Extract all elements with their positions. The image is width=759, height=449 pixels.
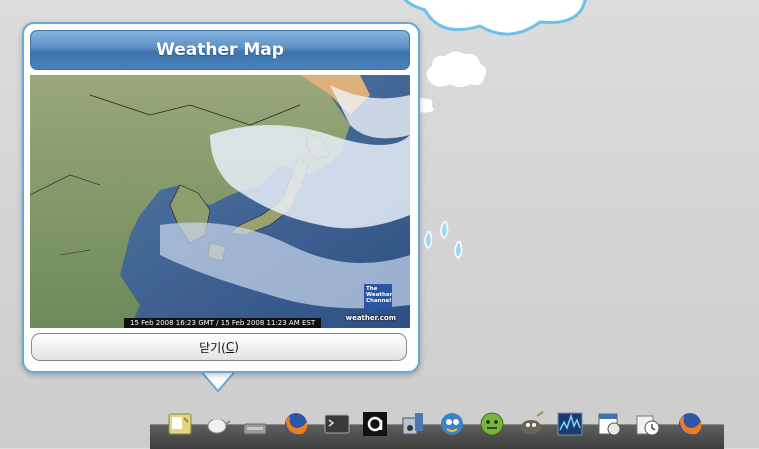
close-label-mnemonic: C: [225, 340, 235, 354]
clock-icon[interactable]: [633, 408, 663, 440]
firefox-browser-icon[interactable]: [675, 408, 705, 440]
firefox-icon[interactable]: [281, 408, 311, 440]
weather-map-image: The Weather Channel weather.com 15 Feb 2…: [30, 75, 410, 328]
close-label-suffix: ): [234, 340, 239, 354]
weather-channel-logo: The Weather Channel: [364, 284, 392, 310]
map-timestamp: 15 Feb 2008 16:23 GMT / 15 Feb 2008 11:2…: [124, 318, 322, 328]
teapot-icon[interactable]: [202, 408, 232, 440]
weather-channel-url: weather.com: [345, 314, 396, 322]
calendar-clock-icon[interactable]: [594, 408, 624, 440]
messenger-icon[interactable]: [437, 408, 467, 440]
system-monitor-icon[interactable]: [555, 408, 585, 440]
android-icon[interactable]: [477, 408, 507, 440]
system-tools-icon[interactable]: [398, 408, 428, 440]
gimp-icon[interactable]: [516, 408, 546, 440]
close-label-prefix: 닫기(: [199, 340, 226, 355]
weather-map-popup: Weather Map The Weather Channel weather.…: [22, 22, 420, 373]
small-cloud-icon: [426, 51, 487, 87]
tray-icon[interactable]: [240, 408, 270, 440]
amazon-icon[interactable]: [360, 408, 390, 440]
terminal-icon[interactable]: [322, 408, 352, 440]
notes-app-icon[interactable]: [165, 408, 195, 440]
raindrops-icon: [424, 221, 463, 259]
close-button[interactable]: 닫기(C): [31, 333, 407, 361]
popup-title: Weather Map: [30, 30, 410, 70]
